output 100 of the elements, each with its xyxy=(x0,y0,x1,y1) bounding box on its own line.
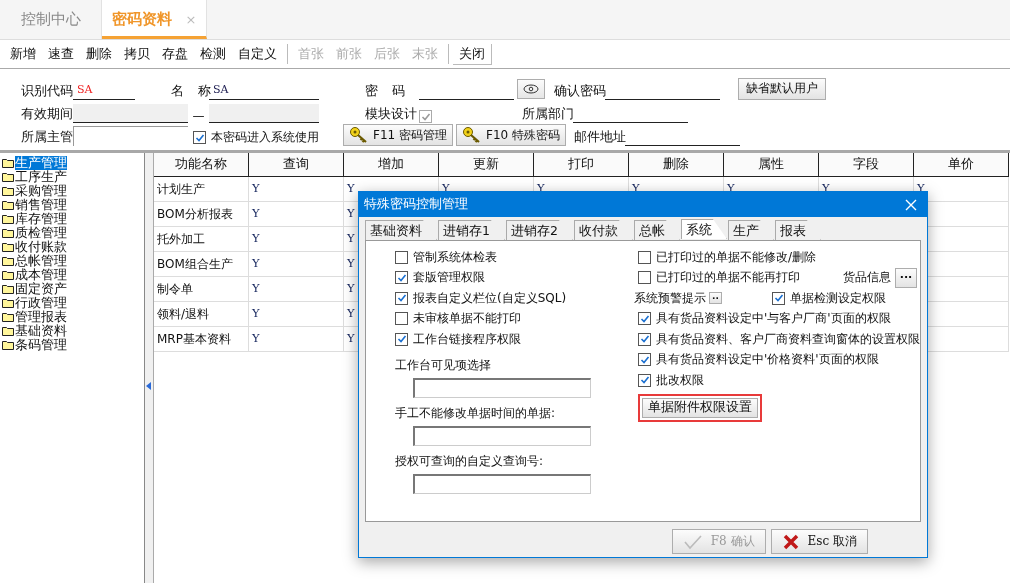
browse-button[interactable]: ··· xyxy=(895,267,917,288)
checkbox[interactable] xyxy=(395,271,408,285)
special-password-button[interactable]: F10 特殊密码 xyxy=(456,124,566,146)
browse-button[interactable]: ·· xyxy=(709,292,722,305)
range-separator: — xyxy=(191,109,206,123)
table-cell: Y xyxy=(249,327,344,352)
checkbox[interactable] xyxy=(638,312,651,326)
input-field[interactable] xyxy=(413,377,591,398)
checkbox-label: 单据检测设定权限 xyxy=(790,289,886,307)
tree-item[interactable]: 销售管理 xyxy=(0,198,144,212)
table-cell: BOM分析报表 xyxy=(154,202,249,227)
default-user-button[interactable]: 缺省默认用户 xyxy=(738,77,826,100)
tree-item[interactable]: 收付账款 xyxy=(0,240,144,254)
checkbox[interactable] xyxy=(193,131,206,144)
tree-item[interactable]: 质检管理 xyxy=(0,226,144,240)
table-cell: BOM组合生产 xyxy=(154,252,249,277)
checkmark-icon xyxy=(682,533,703,550)
tab[interactable]: 生产 xyxy=(727,220,774,240)
column-header[interactable]: 字段 xyxy=(819,153,914,177)
checkbox[interactable] xyxy=(638,373,651,387)
folder-icon xyxy=(2,200,14,210)
checkbox[interactable] xyxy=(395,332,408,346)
table-cell: 计划生产 xyxy=(154,177,249,202)
checkbox[interactable] xyxy=(638,250,651,264)
checkbox[interactable] xyxy=(395,291,408,305)
table-cell: MRP基本资料 xyxy=(154,327,249,352)
tree-item[interactable]: 行政管理 xyxy=(0,296,144,310)
toolbar-button[interactable]: 存盘 xyxy=(156,44,194,64)
folder-icon xyxy=(2,340,14,350)
tree-item[interactable]: 库存管理 xyxy=(0,212,144,226)
checkbox[interactable] xyxy=(395,250,408,264)
tab[interactable]: 报表 xyxy=(774,220,821,240)
folder-icon xyxy=(2,312,14,322)
checkbox-label: 批改权限 xyxy=(656,371,704,389)
close-icon[interactable] xyxy=(905,198,917,211)
table-cell: Y xyxy=(249,177,344,202)
tree-item[interactable]: 基础资料 xyxy=(0,324,144,338)
checkbox[interactable] xyxy=(638,271,651,285)
column-header[interactable]: 更新 xyxy=(439,153,534,177)
tree-item[interactable]: 总帐管理 xyxy=(0,254,144,268)
field-label: 货品信息 xyxy=(843,269,891,287)
tree-item[interactable]: 生产管理 xyxy=(0,156,144,170)
toolbar-button[interactable]: 检测 xyxy=(194,44,232,64)
checkbox[interactable] xyxy=(638,353,651,367)
checkbox[interactable] xyxy=(772,291,785,305)
tab[interactable]: 进销存1 xyxy=(438,220,505,240)
show-password-button[interactable] xyxy=(517,79,545,99)
end-date-field[interactable] xyxy=(209,104,319,123)
cancel-button[interactable]: Esc 取消 xyxy=(770,529,868,554)
column-header[interactable]: 打印 xyxy=(534,153,629,177)
column-header[interactable]: 查询 xyxy=(249,153,344,177)
tab[interactable]: 总帐 xyxy=(633,220,680,240)
folder-icon xyxy=(2,228,14,238)
folder-icon xyxy=(2,326,14,336)
input-field[interactable] xyxy=(413,425,591,446)
field-label: 所属主管 xyxy=(20,128,73,146)
supervisor-field[interactable] xyxy=(73,126,188,146)
toolbar-button[interactable]: 自定义 xyxy=(232,44,283,64)
folder-icon xyxy=(2,242,14,252)
tab[interactable]: 进销存2 xyxy=(505,220,573,240)
folder-icon xyxy=(2,158,14,168)
start-date-field[interactable] xyxy=(73,104,188,123)
code-field[interactable]: SA xyxy=(73,81,135,100)
tab[interactable]: 收付款 xyxy=(573,220,633,240)
table-cell: Y xyxy=(249,227,344,252)
tree-item[interactable]: 成本管理 xyxy=(0,268,144,282)
toolbar-button[interactable]: 关闭 xyxy=(453,43,492,65)
column-header[interactable]: 删除 xyxy=(629,153,724,177)
input-field[interactable] xyxy=(413,473,591,494)
field-label: 密 码 xyxy=(364,82,406,100)
tree-item[interactable]: 管理报表 xyxy=(0,310,144,324)
column-header[interactable]: 增加 xyxy=(344,153,439,177)
attachment-permission-button[interactable]: 单据附件权限设置 xyxy=(642,397,758,418)
tab[interactable]: 系统 xyxy=(680,219,727,239)
column-header[interactable]: 属性 xyxy=(724,153,819,177)
password-manage-button[interactable]: F11 密码管理 xyxy=(343,124,453,146)
tab[interactable]: 基础资料 xyxy=(365,220,437,240)
field-label: 有效期间 xyxy=(20,105,73,123)
field-label: 授权可查询的自定义查询号: xyxy=(395,452,545,470)
checkbox[interactable] xyxy=(638,332,651,346)
field-label: 手工不能修改单据时间的单据: xyxy=(395,404,557,422)
column-header[interactable]: 功能名称 xyxy=(154,153,249,177)
folder-icon xyxy=(2,284,14,294)
field-label: 识别代码 xyxy=(20,82,73,100)
toolbar-button[interactable]: 删除 xyxy=(80,44,118,64)
folder-icon xyxy=(2,186,14,196)
tree-item[interactable]: 工序生产 xyxy=(0,170,144,184)
tree-item[interactable]: 采购管理 xyxy=(0,184,144,198)
table-cell: 领料/退料 xyxy=(154,302,249,327)
table-cell: Y xyxy=(249,202,344,227)
toolbar-button[interactable]: 新增 xyxy=(4,44,42,64)
column-header[interactable]: 单价 xyxy=(914,153,1009,177)
tree-item[interactable]: 条码管理 xyxy=(0,338,144,352)
toolbar-button[interactable]: 拷贝 xyxy=(118,44,156,64)
checkbox-label: 已打印过的单据不能再打印 xyxy=(656,269,800,287)
checkbox[interactable] xyxy=(395,312,408,326)
checkbox-label: 本密码进入系统使用 xyxy=(211,129,319,146)
toolbar-button[interactable]: 速查 xyxy=(42,44,80,64)
tree-item[interactable]: 固定资产 xyxy=(0,282,144,296)
collapse-icon[interactable] xyxy=(146,382,151,390)
